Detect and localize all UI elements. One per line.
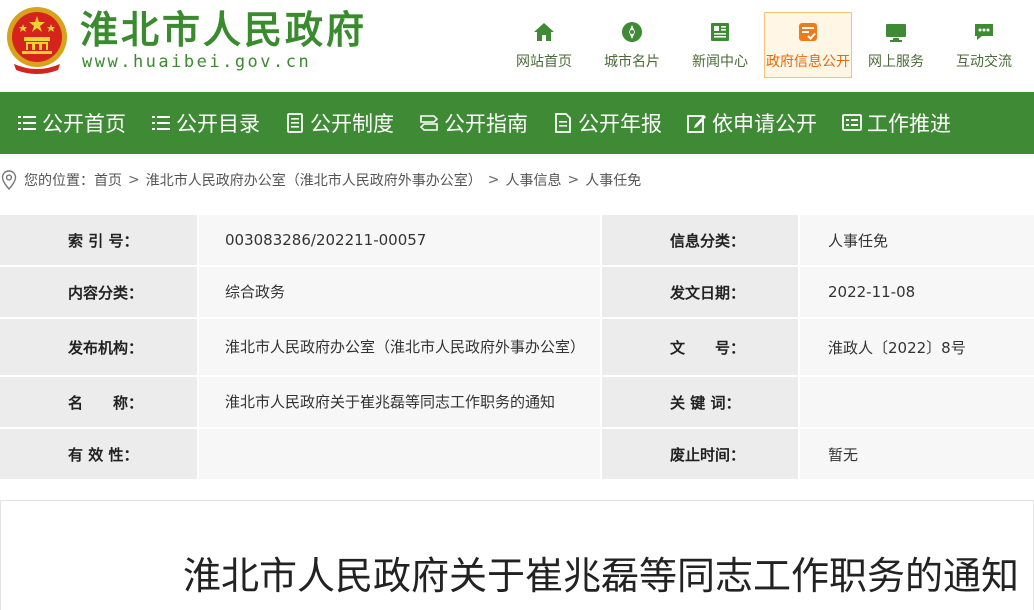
document-info-table: 索 引 号： 003083286/202211-00057 信息分类： 人事任免… [0, 215, 1034, 481]
list-icon [16, 112, 38, 134]
topnav-interaction[interactable]: 互动交流 [940, 12, 1028, 78]
newspaper-icon [707, 19, 733, 45]
info-value: 003083286/202211-00057 [199, 215, 602, 265]
info-value: 淮北市人民政府关于崔兆磊等同志工作职务的通知 [199, 377, 602, 427]
info-key: 发文日期： [602, 267, 800, 317]
info-value: 综合政务 [199, 267, 602, 317]
topnav-label: 城市名片 [604, 54, 660, 70]
mainnav-label: 公开指南 [444, 112, 528, 136]
article-panel: 淮北市人民政府关于崔兆磊等同志工作职务的通知 [0, 500, 1034, 610]
breadcrumb-appointments[interactable]: 人事任免 [585, 170, 641, 190]
topnav-home[interactable]: 网站首页 [500, 12, 588, 78]
topnav-city-card[interactable]: 城市名片 [588, 12, 676, 78]
info-key: 索 引 号： [0, 215, 199, 265]
topnav-label: 新闻中心 [692, 54, 748, 70]
info-value: 暂无 [800, 429, 1034, 479]
board-icon [841, 112, 863, 134]
info-key: 关 键 词： [602, 377, 800, 427]
edit-icon [686, 112, 708, 134]
national-emblem-icon [7, 7, 67, 74]
info-value: 淮北市人民政府办公室（淮北市人民政府外事办公室） [199, 319, 602, 375]
signpost-icon [418, 112, 440, 134]
info-row: 有 效 性： 废止时间： 暂无 [0, 429, 1034, 481]
breadcrumb-separator: > [487, 172, 500, 188]
topnav-label: 网站首页 [516, 54, 572, 70]
info-value: 2022-11-08 [800, 267, 1034, 317]
info-row: 名 称： 淮北市人民政府关于崔兆磊等同志工作职务的通知 关 键 词： [0, 377, 1034, 429]
mainnav-open-catalog[interactable]: 公开目录 [138, 92, 272, 154]
info-value [199, 429, 602, 479]
info-key: 有 效 性： [0, 429, 199, 479]
location-pin-icon [1, 170, 17, 190]
topnav-label: 互动交流 [956, 54, 1012, 70]
mainnav-apply-disclosure[interactable]: 依申请公开 [674, 92, 829, 154]
info-key: 废止时间： [602, 429, 800, 479]
mainnav-open-system[interactable]: 公开制度 [272, 92, 406, 154]
info-row: 内容分类： 综合政务 发文日期： 2022-11-08 [0, 267, 1034, 319]
mainnav-label: 公开目录 [176, 112, 260, 136]
document-icon [284, 112, 306, 134]
report-icon [552, 112, 574, 134]
mainnav-open-guide[interactable]: 公开指南 [406, 92, 540, 154]
breadcrumb-prefix: 您的位置： [24, 173, 94, 189]
list-icon [150, 112, 172, 134]
info-key: 发布机构： [0, 319, 199, 375]
breadcrumb-separator: > [128, 172, 140, 188]
info-key: 名 称： [0, 377, 199, 427]
top-navigation: 网站首页 城市名片 新闻中心 政府信息公开 网上服务 互动交流 [500, 12, 1028, 78]
breadcrumb: 您的位置： 首页 > 淮北市人民政府办公室（淮北市人民政府外事办公室） > 人事… [0, 168, 641, 192]
monitor-icon [883, 19, 909, 45]
mainnav-label: 公开首页 [42, 112, 126, 136]
mainnav-label: 公开制度 [310, 112, 394, 136]
breadcrumb-office[interactable]: 淮北市人民政府办公室（淮北市人民政府外事办公室） [146, 170, 482, 190]
info-row: 发布机构： 淮北市人民政府办公室（淮北市人民政府外事办公室） 文 号： 淮政人〔… [0, 319, 1034, 377]
mainnav-work-progress[interactable]: 工作推进 [829, 92, 963, 154]
topnav-news[interactable]: 新闻中心 [676, 12, 764, 78]
topnav-label: 政府信息公开 [766, 54, 850, 70]
topnav-gov-info[interactable]: 政府信息公开 [764, 12, 852, 78]
info-value: 人事任免 [800, 215, 1034, 265]
breadcrumb-home[interactable]: 首页 [94, 170, 122, 190]
main-navigation: 公开首页 公开目录 公开制度 公开指南 公开年报 依申请公开 工作推进 [0, 92, 1034, 154]
info-key: 文 号： [602, 319, 800, 375]
breadcrumb-personnel-info[interactable]: 人事信息 [505, 170, 561, 190]
mainnav-label: 依申请公开 [712, 112, 817, 136]
topnav-label: 网上服务 [868, 54, 924, 70]
compass-icon [619, 19, 645, 45]
document-check-icon [795, 19, 821, 45]
mainnav-annual-report[interactable]: 公开年报 [540, 92, 674, 154]
info-value: 淮政人〔2022〕8号 [800, 319, 1034, 375]
info-value [800, 377, 1034, 427]
site-url: www.huaibei.gov.cn [82, 52, 312, 72]
mainnav-open-home[interactable]: 公开首页 [0, 92, 138, 154]
mainnav-label: 工作推进 [867, 112, 951, 136]
article-title: 淮北市人民政府关于崔兆磊等同志工作职务的通知 [183, 554, 1020, 598]
breadcrumb-separator: > [567, 172, 580, 188]
info-key: 信息分类： [602, 215, 800, 265]
topnav-online-service[interactable]: 网上服务 [852, 12, 940, 78]
chat-icon [971, 19, 997, 45]
info-key: 内容分类： [0, 267, 199, 317]
site-header: 淮北市人民政府 www.huaibei.gov.cn 网站首页 城市名片 新闻中… [0, 0, 1034, 92]
info-row: 索 引 号： 003083286/202211-00057 信息分类： 人事任免 [0, 215, 1034, 267]
mainnav-label: 公开年报 [578, 112, 662, 136]
site-title[interactable]: 淮北市人民政府 [80, 6, 367, 54]
home-icon [531, 19, 557, 45]
